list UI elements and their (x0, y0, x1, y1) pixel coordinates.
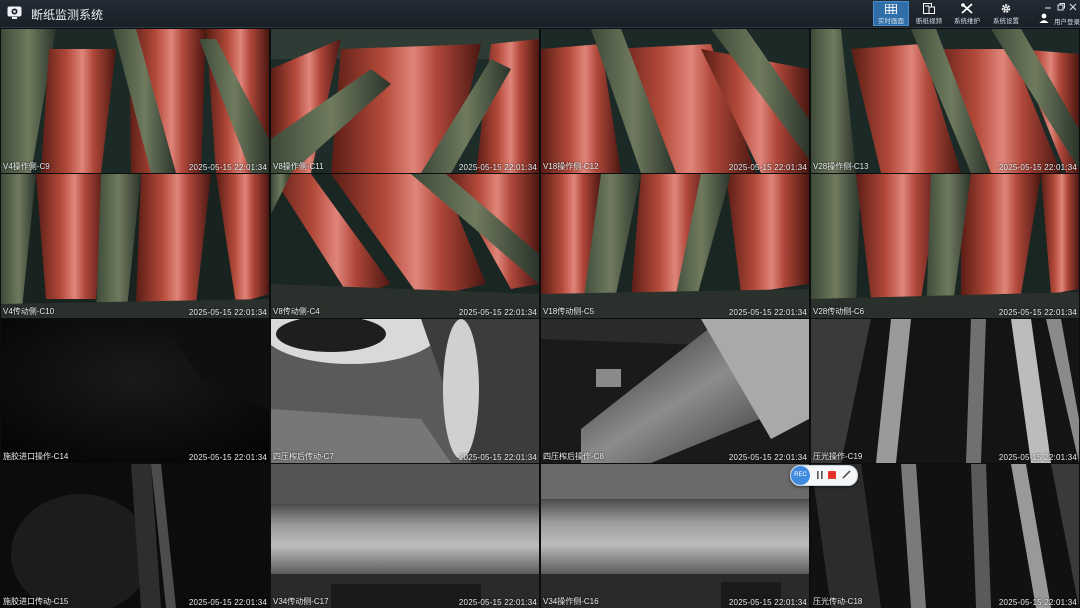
camera-tile[interactable]: V28传动侧-C6 2025-05-15 22:01:34 (811, 174, 1079, 318)
camera-feed (811, 319, 1079, 463)
camera-name: 施胶进口操作-C14 (3, 452, 69, 461)
app-logo-icon (7, 6, 22, 19)
camera-name: V4传动侧-C10 (3, 307, 55, 316)
nav-break-video[interactable]: 断纸视频 (911, 1, 947, 26)
camera-feed (271, 319, 539, 463)
camera-tile[interactable]: 四压榨后传动-C7 2025-05-15 22:01:34 (271, 319, 539, 463)
camera-name: 四压榨后操作-C8 (543, 452, 604, 461)
camera-name: 施胶进口传动-C15 (3, 597, 69, 606)
recording-badge[interactable]: REC (791, 466, 810, 485)
app-title: 断纸监测系统 (31, 8, 104, 22)
camera-timestamp: 2025-05-15 22:01:34 (728, 598, 807, 607)
nav-label: 断纸视频 (916, 18, 942, 25)
minimize-icon[interactable] (1043, 2, 1053, 12)
close-icon[interactable] (1068, 2, 1078, 12)
camera-name: V34传动侧-C17 (273, 597, 329, 606)
camera-name: V28传动侧-C6 (813, 307, 865, 316)
camera-timestamp: 2025-05-15 22:01:34 (998, 308, 1077, 317)
video-grid: V4操作侧-C9 2025-05-15 22:01:34 V8操作侧-C11 2… (1, 29, 1079, 608)
grid-icon (885, 4, 897, 14)
camera-timestamp: 2025-05-15 22:01:34 (458, 598, 537, 607)
camera-timestamp: 2025-05-15 22:01:34 (188, 453, 267, 462)
camera-feed (541, 29, 809, 173)
camera-feed (1, 174, 269, 318)
camera-name: V18操作侧-C12 (543, 162, 599, 171)
camera-name: V8操作侧-C11 (273, 162, 324, 171)
title-bar: 断纸监测系统 实时画面 断纸视频 系统维护 系统设置 用户登录 (0, 0, 1080, 28)
nav-maintenance[interactable]: 系统维护 (949, 1, 985, 26)
camera-timestamp: 2025-05-15 22:01:34 (458, 308, 537, 317)
camera-feed (541, 464, 809, 608)
camera-timestamp: 2025-05-15 22:01:34 (728, 308, 807, 317)
gear-icon (1001, 4, 1011, 13)
camera-feed (541, 319, 809, 463)
camera-tile[interactable]: V34操作侧-C16 2025-05-15 22:01:34 (541, 464, 809, 608)
camera-tile[interactable]: V28操作侧-C13 2025-05-15 22:01:34 (811, 29, 1079, 173)
camera-timestamp: 2025-05-15 22:01:34 (728, 163, 807, 172)
user-icon[interactable] (1039, 13, 1049, 23)
stop-icon[interactable] (828, 471, 836, 479)
camera-feed (541, 174, 809, 318)
pen-icon[interactable] (842, 470, 851, 479)
camera-tile[interactable]: 四压榨后操作-C8 2025-05-15 22:01:34 (541, 319, 809, 463)
camera-feed (271, 29, 539, 173)
camera-feed (811, 29, 1079, 173)
camera-tile[interactable]: V4操作侧-C9 2025-05-15 22:01:34 (1, 29, 269, 173)
camera-name: V18传动侧-C5 (543, 307, 595, 316)
user-login-label[interactable]: 用户登录 (1054, 16, 1080, 26)
camera-name: V34操作侧-C16 (543, 597, 599, 606)
camera-feed (811, 174, 1079, 318)
camera-name: 四压榨后传动-C7 (273, 452, 334, 461)
camera-timestamp: 2025-05-15 22:01:34 (188, 598, 267, 607)
camera-timestamp: 2025-05-15 22:01:34 (998, 453, 1077, 462)
nav-settings[interactable]: 系统设置 (988, 1, 1024, 26)
camera-timestamp: 2025-05-15 22:01:34 (998, 598, 1077, 607)
camera-tile[interactable]: 施胶进口操作-C14 2025-05-15 22:01:34 (1, 319, 269, 463)
camera-name: 压光操作-C19 (813, 452, 863, 461)
restore-icon[interactable] (1056, 2, 1066, 12)
camera-feed (811, 464, 1079, 608)
recording-toolbar[interactable]: REC (790, 465, 858, 486)
camera-timestamp: 2025-05-15 22:01:34 (188, 308, 267, 317)
camera-timestamp: 2025-05-15 22:01:34 (458, 453, 537, 462)
camera-tile[interactable]: V18操作侧-C12 2025-05-15 22:01:34 (541, 29, 809, 173)
camera-name: 压光传动-C18 (813, 597, 863, 606)
nav-label: 系统设置 (993, 18, 1019, 25)
camera-feed (1, 464, 269, 608)
camera-feed (1, 319, 269, 463)
camera-tile[interactable]: V18传动侧-C5 2025-05-15 22:01:34 (541, 174, 809, 318)
pause-icon[interactable] (817, 471, 823, 479)
camera-name: V8传动侧-C4 (273, 307, 320, 316)
camera-feed (271, 464, 539, 608)
camera-name: V28操作侧-C13 (813, 162, 869, 171)
camera-tile[interactable]: 施胶进口传动-C15 2025-05-15 22:01:34 (1, 464, 269, 608)
camera-feed (271, 174, 539, 318)
video-list-icon (923, 3, 935, 14)
tools-icon (961, 3, 973, 14)
camera-tile[interactable]: V34传动侧-C17 2025-05-15 22:01:34 (271, 464, 539, 608)
camera-tile[interactable]: V8传动侧-C4 2025-05-15 22:01:34 (271, 174, 539, 318)
camera-tile[interactable]: V4传动侧-C10 2025-05-15 22:01:34 (1, 174, 269, 318)
camera-name: V4操作侧-C9 (3, 162, 50, 171)
camera-feed (1, 29, 269, 173)
camera-tile[interactable]: V8操作侧-C11 2025-05-15 22:01:34 (271, 29, 539, 173)
camera-timestamp: 2025-05-15 22:01:34 (998, 163, 1077, 172)
camera-timestamp: 2025-05-15 22:01:34 (728, 453, 807, 462)
camera-timestamp: 2025-05-15 22:01:34 (188, 163, 267, 172)
camera-tile[interactable]: 压光操作-C19 2025-05-15 22:01:34 (811, 319, 1079, 463)
nav-label: 实时画面 (878, 18, 904, 25)
nav-label: 系统维护 (954, 18, 980, 25)
camera-tile[interactable]: 压光传动-C18 2025-05-15 22:01:34 (811, 464, 1079, 608)
camera-timestamp: 2025-05-15 22:01:34 (458, 163, 537, 172)
nav-live-view[interactable]: 实时画面 (873, 1, 909, 26)
